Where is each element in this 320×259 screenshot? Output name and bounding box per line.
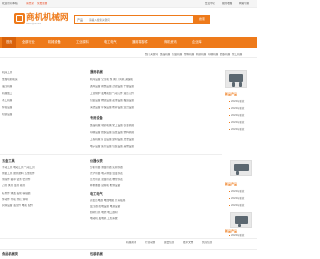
category-row[interactable]: 工业锅炉 发电机组 气动元件 液压元件 — [90, 92, 200, 95]
sidebar-item[interactable]: 2020年新款 — [229, 114, 244, 117]
category-row[interactable]: 清洗设备 环保设备 粉碎设备 混合设备 — [90, 106, 200, 109]
footer-link[interactable]: 展会信息 — [164, 241, 174, 244]
sidebar-item[interactable]: 2020年新款 — [229, 100, 244, 103]
category-row[interactable]: 光学仪器 电子测量 温度仪表 — [90, 172, 165, 175]
hot-keyword[interactable]: 包装机械 — [172, 53, 182, 56]
nav-machinery[interactable]: 机械设备 — [48, 37, 61, 48]
divider — [0, 154, 222, 155]
hot-label: 热门关键词 — [145, 53, 158, 56]
site-nav-link[interactable]: 网站导航 — [239, 2, 249, 5]
sidebar-title: 新品产品 — [225, 182, 238, 186]
category-row[interactable]: 润滑设备 液压件 电机 配件 — [2, 204, 82, 207]
category-title[interactable]: 仪器仪表 — [90, 159, 103, 163]
sidebar-item[interactable]: 2020年新款 — [229, 107, 244, 110]
category-row[interactable]: 刀具 夹具 量具 模具 — [2, 184, 82, 187]
sidebar-title: 新品产品 — [225, 92, 238, 96]
category-title[interactable]: 包装机械 — [90, 252, 103, 256]
sidebar-item[interactable]: 2020年新款 — [229, 121, 244, 124]
nav-electrical[interactable]: 电工电气 — [104, 37, 117, 48]
footer-link[interactable]: 供应信息 — [202, 241, 212, 244]
hot-keyword[interactable]: 食品机械 — [160, 53, 170, 56]
hot-keyword[interactable]: 化工机械 — [232, 53, 242, 56]
login-link[interactable]: 请登录 — [26, 2, 34, 5]
site-logo[interactable]: 商机机械网 — [26, 13, 69, 23]
footer-link[interactable]: 行业动态 — [145, 241, 155, 244]
category-row[interactable]: 分析仪器 测量仪器 实验仪器 — [90, 166, 165, 169]
category-row[interactable]: 测量工具 磨具磨料 五金配件 — [2, 172, 82, 175]
product-image[interactable] — [230, 212, 252, 228]
sidebar-item[interactable]: 2020年新款 — [229, 197, 244, 200]
nav-all-industries[interactable]: 全部行业 — [22, 37, 35, 48]
category-row[interactable]: 照明灯具 电池 电工器材 — [90, 211, 165, 214]
category-link[interactable]: 机械加工 — [2, 92, 12, 95]
category-row[interactable]: 变压器 配电设备 电源设备 — [90, 205, 165, 208]
category-link[interactable]: 焊接设备 — [2, 106, 12, 109]
sidebar-item[interactable]: 2020年新款 — [229, 190, 244, 193]
nav-companies[interactable]: 企业库 — [192, 37, 202, 48]
sidebar-item[interactable]: 2020年新款 — [229, 234, 244, 237]
divider — [0, 238, 257, 239]
category-link[interactable]: 机床工具 — [2, 71, 12, 74]
category-row[interactable]: 印刷设备 纺织设备 造纸设备 塑料机械 — [90, 131, 200, 134]
main-nav: 首页 全部行业 机械设备 工业原料 电工电气 通用零部件 商机资讯 企业库 — [0, 37, 257, 48]
category-row[interactable]: 压力仪表 流量仪表 物位仪表 — [90, 178, 165, 181]
product-image[interactable] — [225, 70, 247, 88]
footer-link[interactable]: 机械资讯 — [126, 241, 136, 244]
member-center-link[interactable]: 会员中心 — [205, 2, 215, 5]
greeting-text: 欢迎访问本站 — [2, 2, 18, 5]
category-link[interactable]: 锻压机械 — [2, 85, 12, 88]
category-row[interactable]: 制冷设备 空压机 泵 阀门 风机 减速机 — [90, 78, 200, 81]
category-title[interactable]: 专用设备 — [90, 116, 103, 120]
category-row[interactable]: 高低压电器 电线电缆 开关插座 — [90, 199, 165, 202]
category-title[interactable]: 电工电气 — [90, 192, 103, 196]
hot-keyword[interactable]: 印刷机械 — [208, 53, 218, 56]
logo-icon[interactable] — [14, 13, 25, 24]
sidebar-item[interactable]: 2020年新款 — [229, 204, 244, 207]
search-button[interactable]: 搜索 — [194, 15, 210, 24]
category-row[interactable]: 包装设备 物流设备 起重设备 搬运设备 — [90, 99, 200, 102]
top-bar: 欢迎访问本站 请登录 免费注册 会员中心 我的收藏 网站导航 — [0, 0, 257, 8]
category-link[interactable]: 木工机械 — [2, 99, 12, 102]
category-row[interactable]: 手动工具 电动工具 气动工具 — [2, 166, 82, 169]
category-row[interactable]: 标准件 弹簧 齿轮 联轴器 — [2, 192, 82, 195]
nav-raw-materials[interactable]: 工业原料 — [76, 37, 89, 48]
hot-keyword[interactable]: 纺织机械 — [220, 53, 230, 56]
nav-parts[interactable]: 通用零部件 — [132, 37, 148, 48]
category-row[interactable]: 通风设备 换热设备 过滤设备 干燥设备 — [90, 85, 200, 88]
search-type-select[interactable]: 产品 — [77, 18, 83, 22]
register-link[interactable]: 免费注册 — [37, 2, 47, 5]
category-row[interactable]: 食品机械 制药机械 化工设备 农业机械 — [90, 124, 200, 127]
hot-keywords-bar: 热门关键词 食品机械 包装机械 塑料机械 制药机械 印刷机械 纺织机械 化工机械 — [0, 51, 257, 58]
category-row[interactable]: 电动机 发电机 工控系统 — [90, 217, 165, 220]
category-link[interactable]: 金属切削机床 — [2, 78, 18, 81]
category-link[interactable]: 切割设备 — [2, 113, 12, 116]
divider — [0, 249, 257, 250]
category-title[interactable]: 通用机械 — [90, 70, 103, 74]
favorites-link[interactable]: 我的收藏 — [222, 2, 232, 5]
site-domain: www.sjjxw.com — [26, 23, 42, 25]
category-row[interactable]: 传动件 导轨 丝杠 滑块 — [2, 198, 82, 201]
category-row[interactable]: 称重衡器 试验机 检测设备 — [90, 184, 165, 187]
nav-home[interactable]: 首页 — [2, 37, 17, 48]
sidebar-item[interactable]: 2020年新款 — [229, 128, 244, 131]
search-input[interactable] — [89, 17, 169, 23]
hot-keyword[interactable]: 塑料机械 — [184, 53, 194, 56]
footer-link[interactable]: 技术文章 — [183, 241, 193, 244]
hot-keyword[interactable]: 制药机械 — [196, 53, 206, 56]
product-image[interactable] — [230, 160, 252, 176]
category-row[interactable]: 工程机械 矿山设备 建材设备 冶金设备 — [90, 138, 200, 141]
sidebar-title: 新品产品 — [225, 229, 238, 233]
category-row[interactable]: 电子设备 医疗设备 包装设备 其他设备 — [90, 145, 200, 148]
search-box: 产品 — [74, 15, 194, 24]
category-title[interactable]: 食品机械类 — [2, 252, 18, 256]
category-row[interactable]: 紧固件 轴承 链条 密封件 — [2, 178, 82, 181]
nav-news[interactable]: 商机资讯 — [164, 37, 177, 48]
category-title[interactable]: 五金工具 — [2, 159, 15, 163]
